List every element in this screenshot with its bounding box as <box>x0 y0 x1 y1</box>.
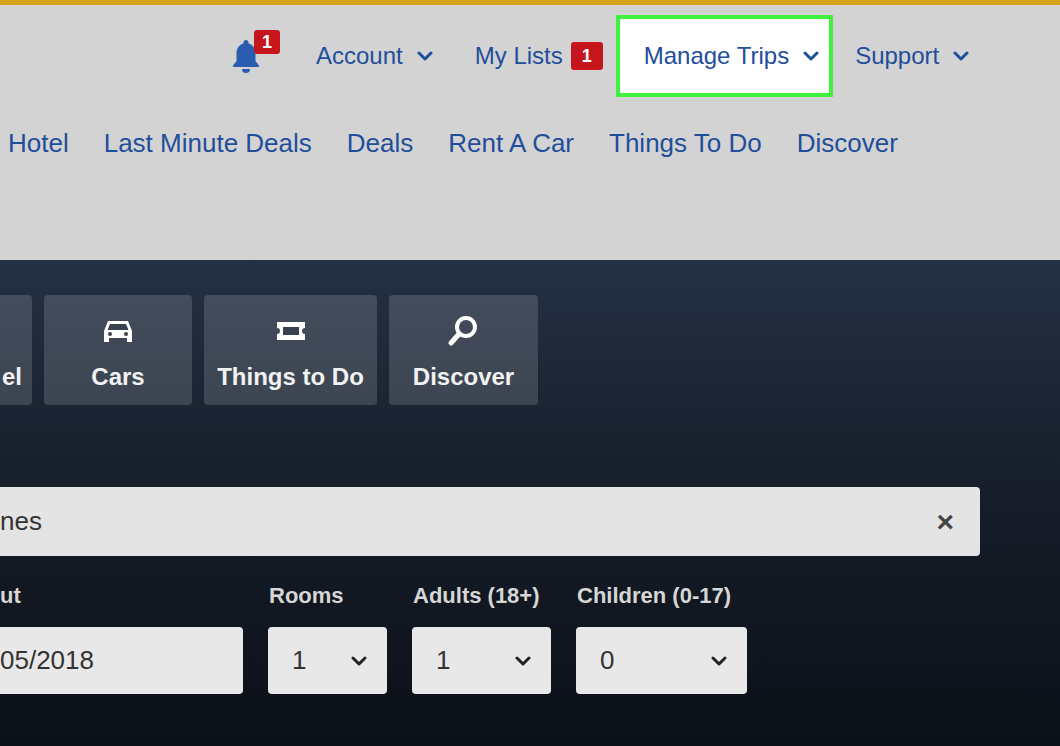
field-value: 0 <box>600 641 614 680</box>
field-value: 1 <box>436 641 450 680</box>
search-tab[interactable]: Cars <box>44 295 192 405</box>
main-nav-link[interactable]: Things To Do <box>609 128 762 158</box>
nav-menu-item[interactable]: My Lists 1 <box>475 15 603 97</box>
nav-menu-label: Manage Trips <box>644 38 789 74</box>
field-label: Adults (18+) <box>412 581 551 611</box>
main-nav-link[interactable]: Deals <box>347 128 413 158</box>
search-tab-label: Cars <box>91 363 144 391</box>
clear-button[interactable]: × <box>936 507 954 537</box>
chevron-down-icon <box>351 656 367 666</box>
chevron-down-icon <box>953 51 969 61</box>
field-group: Children (0-17) 0 <box>576 581 747 694</box>
search-tab-label: Things to Do <box>217 363 364 391</box>
field-group: Rooms 1 <box>268 581 387 694</box>
destination-value: nes <box>0 502 936 541</box>
select-box[interactable]: 1 <box>412 627 551 694</box>
main-nav-link[interactable]: Hotel <box>8 128 69 158</box>
booking-fields: ut 05/2018 Rooms 1 Adults (18+) 1 Children (0-… <box>0 581 1060 694</box>
chevron-down-icon <box>711 656 727 666</box>
magnifier-icon <box>446 313 482 349</box>
select-box[interactable]: 1 <box>268 627 387 694</box>
ticket-icon <box>273 313 309 349</box>
date-input[interactable]: 05/2018 <box>0 627 243 694</box>
destination-input[interactable]: nes× <box>0 487 980 556</box>
search-tab[interactable]: Discover <box>389 295 538 405</box>
nav-menu-label: Support <box>855 38 939 74</box>
field-group: Adults (18+) 1 <box>412 581 551 694</box>
search-tab[interactable]: el <box>0 295 32 405</box>
chevron-down-icon <box>803 51 819 61</box>
nav-menu-item[interactable]: Account <box>316 15 433 97</box>
account-bar: 1 Account My Lists 1 Manage Trips Support <box>0 5 1060 97</box>
notifications-button[interactable]: 1 <box>230 36 264 76</box>
field-value: 1 <box>292 641 306 680</box>
notification-badge: 1 <box>254 30 280 54</box>
search-tabs: el Cars Things to Do Discover <box>0 295 1060 405</box>
field-label: Children (0-17) <box>576 581 747 611</box>
chevron-down-icon <box>515 656 531 666</box>
chevron-down-icon <box>417 51 433 61</box>
header: 1 Account My Lists 1 Manage Trips Support Hote… <box>0 5 1060 260</box>
count-badge: 1 <box>571 42 603 70</box>
field-label: ut <box>0 581 243 611</box>
search-panel: el Cars Things to Do Discover nes× ut 05/2018 R… <box>0 260 1060 746</box>
main-nav-link[interactable]: Discover <box>797 128 898 158</box>
field-value: 05/2018 <box>0 641 94 680</box>
main-nav-link[interactable]: Rent A Car <box>448 128 574 158</box>
car-icon <box>100 313 136 349</box>
nav-menu-item[interactable]: Support <box>855 15 969 97</box>
search-tab-label: Discover <box>413 363 514 391</box>
nav-menu-item[interactable]: Manage Trips <box>616 15 833 97</box>
field-label: Rooms <box>268 581 387 611</box>
search-tab[interactable]: Things to Do <box>204 295 377 405</box>
search-tab-label: el <box>2 363 22 391</box>
field-group: ut 05/2018 <box>0 581 243 694</box>
select-box[interactable]: 0 <box>576 627 747 694</box>
nav-menu-label: My Lists <box>475 38 563 74</box>
main-nav: Hotel Last Minute Deals Deals Rent A Car Thi… <box>0 128 1060 158</box>
main-nav-link[interactable]: Last Minute Deals <box>104 128 312 158</box>
nav-menu-label: Account <box>316 38 403 74</box>
